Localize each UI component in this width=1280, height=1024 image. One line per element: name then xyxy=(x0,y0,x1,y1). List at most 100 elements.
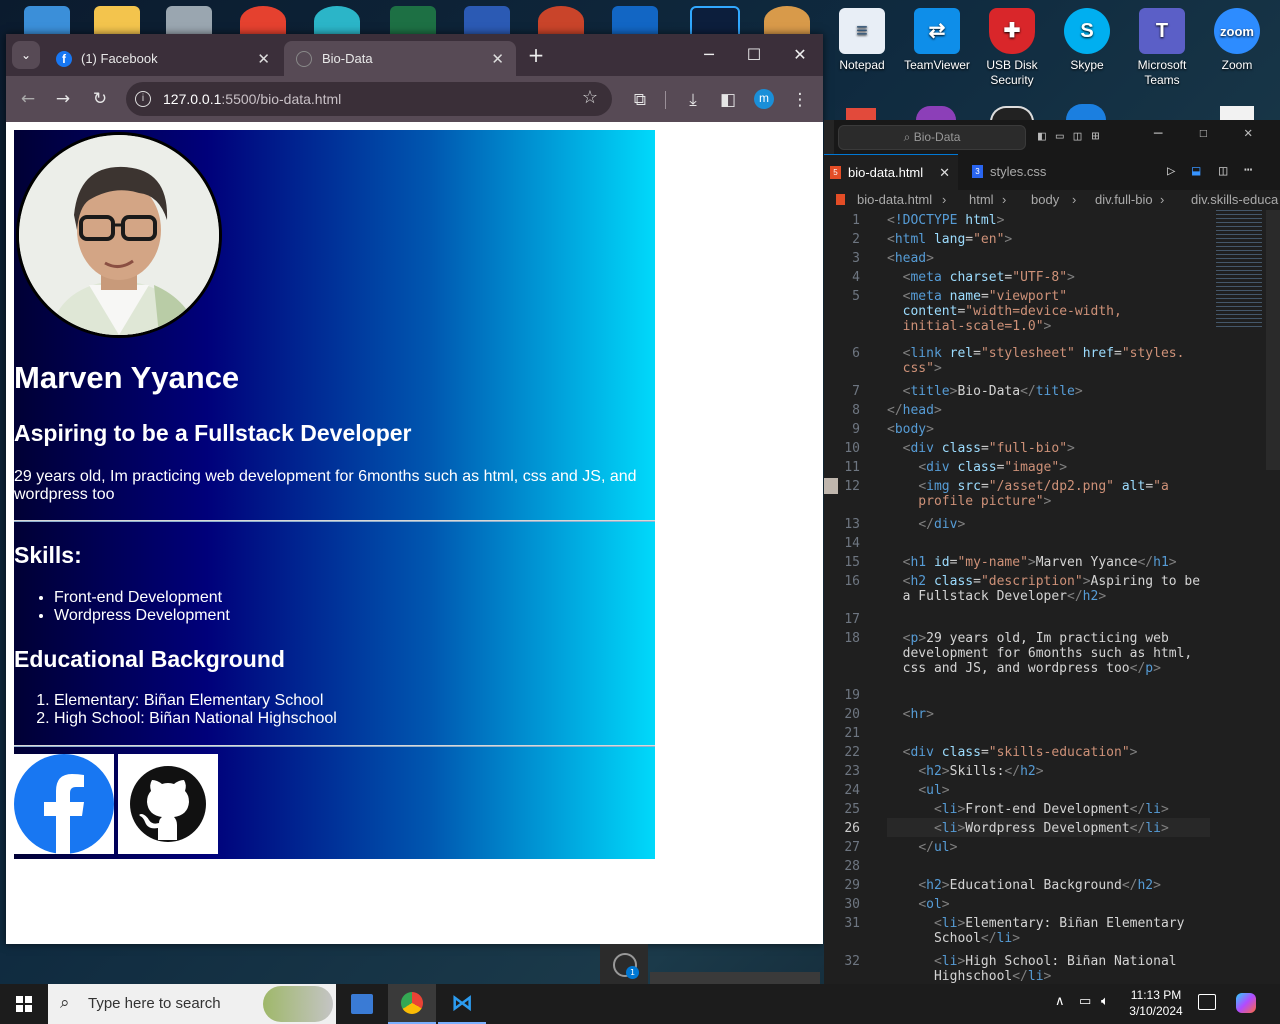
close-tab-icon[interactable]: ✕ xyxy=(491,50,504,68)
volume-icon[interactable]: 🔈︎ xyxy=(1101,994,1109,1009)
menu-kebab-icon[interactable]: ⋮ xyxy=(788,88,812,112)
network-icon[interactable]: ▭ xyxy=(1079,994,1091,1009)
koala-search-highlight-icon xyxy=(263,986,333,1022)
profile-avatar[interactable]: m xyxy=(754,89,774,109)
split-editor-icon[interactable]: ◫ xyxy=(1219,163,1227,179)
tab-styles-css[interactable]: 3 styles.css xyxy=(958,154,1076,190)
more-actions-icon[interactable]: ⋯ xyxy=(1244,162,1252,178)
code-line: <li>High School: Biñan National Highscho… xyxy=(887,954,1177,984)
close-window-button[interactable]: ✕ xyxy=(777,42,823,68)
excel-desktop-icon[interactable] xyxy=(390,6,436,36)
skype-desktop-icon[interactable]: S Skype xyxy=(1050,8,1124,73)
reload-icon[interactable]: ↻ xyxy=(88,87,112,111)
close-tab-icon[interactable]: ✕ xyxy=(257,50,270,68)
breadcrumb-item[interactable]: bio-data.html xyxy=(857,192,932,207)
powerpoint-desktop-icon[interactable] xyxy=(538,6,584,36)
line-number: 10 xyxy=(844,441,860,456)
line-number: 20 xyxy=(844,707,860,722)
code-line: <title>Bio-Data</title> xyxy=(902,384,1083,399)
chevron-up-icon[interactable]: ∧ xyxy=(1055,994,1065,1009)
forward-icon[interactable]: → xyxy=(51,87,75,111)
minimize-button[interactable]: ─ xyxy=(1154,126,1162,142)
chrome-desktop-icon[interactable] xyxy=(240,6,286,36)
start-button[interactable] xyxy=(0,984,48,1024)
breadcrumb-item[interactable]: body xyxy=(1031,192,1059,207)
microsoft-store-icon[interactable] xyxy=(338,984,386,1024)
outline-panel-header[interactable] xyxy=(650,972,820,984)
code-line: </div> xyxy=(918,517,966,532)
desktop-icon-partial[interactable] xyxy=(94,6,140,36)
chrome-taskbar-icon[interactable] xyxy=(388,984,436,1024)
list-item: Elementary: Biñan Elementary School xyxy=(54,692,337,710)
close-window-button[interactable]: ✕ xyxy=(1244,125,1252,141)
facebook-link[interactable] xyxy=(14,754,114,854)
code-line: <div class="image"> xyxy=(918,460,1068,475)
teamviewer-desktop-icon[interactable]: ⇄ TeamViewer xyxy=(900,8,974,73)
extensions-icon[interactable]: ⧉ xyxy=(628,88,652,112)
code-line: <h1 id="my-name">Marven Yyance</h1> xyxy=(902,555,1177,570)
vscode-menu-partial[interactable] xyxy=(824,120,834,154)
open-preview-icon[interactable]: ⬓ xyxy=(1192,163,1200,179)
word-desktop-icon[interactable] xyxy=(464,6,510,36)
side-panel-icon[interactable]: ◧ xyxy=(716,88,740,112)
desktop-icon-partial[interactable] xyxy=(1220,106,1254,120)
line-number: 27 xyxy=(844,840,860,855)
github-link[interactable] xyxy=(118,754,218,854)
code-line: <div class="full-bio"> xyxy=(902,441,1075,456)
shield-icon: ✚ xyxy=(989,8,1035,54)
site-info-icon[interactable]: i xyxy=(135,91,151,107)
download-icon[interactable]: ⤓ xyxy=(681,88,705,112)
tab-search-button[interactable]: ⌄ xyxy=(12,41,40,69)
line-number: 14 xyxy=(844,536,860,551)
minimize-button[interactable]: ─ xyxy=(686,42,732,68)
close-tab-icon[interactable]: ✕ xyxy=(939,155,950,191)
command-center-search[interactable]: ⌕ Bio-Data xyxy=(838,125,1026,150)
accounts-icon[interactable]: 1 xyxy=(600,944,648,984)
edge-desktop-icon[interactable] xyxy=(314,6,360,36)
desktop-icon-label: Microsoft Teams xyxy=(1137,58,1187,87)
recycle-bin-icon[interactable] xyxy=(166,6,212,36)
code-line: <ul> xyxy=(918,783,950,798)
desktop-icon-partial[interactable] xyxy=(916,106,956,120)
tab-bio-data-html[interactable]: 5 bio-data.html ✕ xyxy=(824,154,958,190)
code-line: </ul> xyxy=(918,840,958,855)
desktop-icon-partial[interactable] xyxy=(24,6,70,36)
zoom-desktop-icon[interactable]: zoom Zoom xyxy=(1200,8,1274,73)
breadcrumb-item[interactable]: html xyxy=(969,192,994,207)
desktop-icon-partial[interactable] xyxy=(846,108,876,120)
github-logo-icon xyxy=(130,766,206,842)
layout-icons[interactable]: ◧▭◫⊞ xyxy=(1038,129,1109,144)
code-line: <div class="skills-education"> xyxy=(902,745,1138,760)
usb-disk-security-desktop-icon[interactable]: ✚ USB Disk Security xyxy=(975,8,1049,88)
notification-icon[interactable] xyxy=(1198,994,1216,1010)
notepad-desktop-icon[interactable]: ≡ Notepad xyxy=(825,8,899,73)
new-tab-button[interactable]: + xyxy=(525,44,547,66)
tab-facebook[interactable]: f (1) Facebook ✕ xyxy=(44,41,282,76)
taskbar-search-box[interactable]: ⌕ Type here to search xyxy=(48,984,336,1024)
tab-bio-data[interactable]: Bio-Data ✕ xyxy=(284,41,516,76)
back-icon[interactable]: ← xyxy=(16,87,40,111)
breadcrumb-item[interactable]: div.full-bio xyxy=(1095,192,1153,207)
run-icon[interactable]: ▷ xyxy=(1167,163,1175,179)
clock[interactable]: 11:13 PM 3/10/2024 xyxy=(1124,987,1188,1019)
vscode-taskbar-icon[interactable]: ⋈ xyxy=(438,984,486,1024)
desktop-icon-label: Skype xyxy=(1070,58,1104,72)
vscode-title-bar: ⌕ Bio-Data ◧▭◫⊞ ─ ☐ ✕ xyxy=(824,120,1280,154)
chevron-right-icon: › xyxy=(1160,192,1165,207)
tab-label: bio-data.html xyxy=(848,165,924,180)
copilot-icon[interactable] xyxy=(1236,993,1256,1013)
desktop-icon-partial[interactable] xyxy=(1066,104,1106,120)
maximize-button[interactable]: ☐ xyxy=(1199,125,1207,141)
breadcrumb-item[interactable]: div.skills-educa xyxy=(1191,192,1278,207)
minimap[interactable] xyxy=(1216,210,1262,330)
education-list: Elementary: Biñan Elementary School High… xyxy=(14,692,337,728)
bookmark-star-icon[interactable]: ☆ xyxy=(582,87,598,108)
address-bar[interactable]: i 127.0.0.1:5500/bio-data.html ☆ xyxy=(126,82,612,116)
outlook-desktop-icon[interactable] xyxy=(612,6,658,36)
paint-desktop-icon[interactable] xyxy=(764,6,810,36)
scrollbar[interactable] xyxy=(1266,210,1280,470)
chevron-right-icon: › xyxy=(942,192,947,207)
line-number: 30 xyxy=(844,897,860,912)
maximize-button[interactable]: ☐ xyxy=(731,42,777,68)
teams-desktop-icon[interactable]: T Microsoft Teams xyxy=(1125,8,1199,88)
